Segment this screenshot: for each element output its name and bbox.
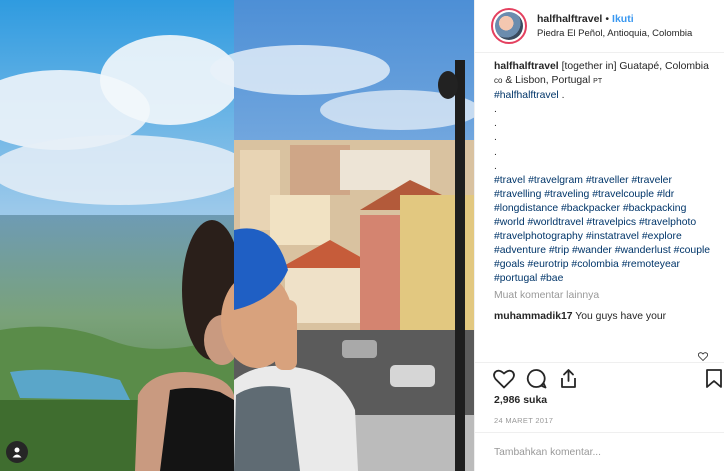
avatar[interactable] — [491, 8, 527, 44]
username-link[interactable]: halfhalftravel — [537, 13, 602, 25]
comments-section[interactable]: halfhalftravel [together in] Guatapé, Co… — [475, 60, 724, 360]
action-bar — [475, 362, 724, 394]
heart-icon[interactable] — [493, 369, 515, 389]
load-more-comments[interactable]: Muat komentar lainnya — [494, 289, 713, 303]
person-icon — [12, 447, 22, 458]
post-photo[interactable] — [0, 0, 474, 471]
flag-portugal: PT — [593, 78, 603, 86]
hashtag-link[interactable]: #worldtravel — [528, 217, 584, 228]
comment-text: You guys have your — [575, 310, 667, 322]
hashtag-link[interactable]: #goals — [494, 259, 525, 270]
hashtag-link[interactable]: #travelcouple — [592, 189, 654, 200]
caption: halfhalftravel [together in] Guatapé, Co… — [494, 60, 713, 287]
hashtag-link[interactable]: #travelphotography — [494, 231, 583, 242]
dot-line: . — [494, 118, 497, 130]
hashtag-link[interactable]: #explore — [642, 231, 682, 242]
hashtag-link[interactable]: #travelgram — [528, 175, 583, 186]
hashtag-link[interactable]: #traveller — [586, 175, 629, 186]
caption-period: . — [561, 90, 565, 102]
dot-line: . — [494, 160, 497, 172]
hashtag-list: #travel #travelgram #traveller #traveler… — [494, 174, 713, 287]
add-comment-input[interactable]: Tambahkan komentar... — [475, 432, 724, 471]
dot-line: . — [494, 132, 497, 144]
flag-colombia: co — [494, 76, 503, 86]
hashtag-link[interactable]: #travelpics — [586, 217, 636, 228]
hashtag-link[interactable]: #bae — [540, 273, 563, 284]
caption-text: [together in] Guatapé, Colombia — [561, 61, 709, 72]
hashtag-link[interactable]: #wander — [572, 245, 612, 256]
hashtag-link[interactable]: #world — [494, 217, 525, 228]
tag-people-button[interactable] — [6, 441, 28, 463]
hashtag-link[interactable]: #travel — [494, 175, 525, 186]
comment-like-icon[interactable] — [698, 352, 708, 361]
caption-username[interactable]: halfhalftravel — [494, 61, 559, 72]
separator-dot: • — [605, 13, 610, 25]
hashtag-link[interactable]: #remoteyear — [622, 259, 680, 270]
post-header: halfhalftravel • Ikuti Piedra El Peñol, … — [475, 0, 724, 53]
hashtag-link[interactable]: #wanderlust — [615, 245, 671, 256]
dot-line: . — [494, 146, 497, 158]
hashtag-link[interactable]: #adventure — [494, 245, 546, 256]
hashtag-link[interactable]: #traveler — [631, 175, 671, 186]
hashtag-link[interactable]: #traveling — [544, 189, 589, 200]
comment-icon[interactable] — [526, 368, 547, 389]
caption-text-mid: & Lisbon, Portugal — [505, 75, 591, 87]
hashtag-link[interactable]: #backpacker — [561, 203, 620, 214]
hashtag-link[interactable]: #eurotrip — [528, 259, 569, 270]
hashtag-link[interactable]: #ldr — [657, 189, 674, 200]
hashtag-link[interactable]: #backpacking — [623, 203, 687, 214]
post-panel: halfhalftravel • Ikuti Piedra El Peñol, … — [474, 0, 724, 471]
hashtag-link[interactable]: #colombia — [571, 259, 618, 270]
comment-item: muhammadik17 You guys have your — [494, 310, 713, 324]
like-count-text: 2,986 suka — [494, 394, 548, 406]
hashtag-link[interactable]: #instatravel — [586, 231, 639, 242]
comment-username[interactable]: muhammadik17 — [494, 311, 573, 322]
bookmark-icon[interactable] — [705, 368, 723, 389]
hashtag-link[interactable]: #couple — [674, 245, 710, 256]
share-icon[interactable] — [558, 368, 579, 389]
like-count[interactable]: 2,986 suka — [494, 394, 547, 406]
dot-line: . — [494, 104, 497, 116]
hashtag-link[interactable]: #travelphoto — [639, 217, 696, 228]
hashtag-link[interactable]: #trip — [549, 245, 569, 256]
location-link[interactable]: Piedra El Peñol, Antioquia, Colombia — [537, 28, 692, 39]
hashtag-halfhalftravel[interactable]: #halfhalftravel — [494, 90, 559, 101]
post-date: 24 MARET 2017 — [494, 416, 554, 425]
hashtag-link[interactable]: #portugal — [494, 273, 537, 284]
follow-button[interactable]: Ikuti — [612, 13, 634, 25]
hashtag-link[interactable]: #longdistance — [494, 203, 558, 214]
hashtag-link[interactable]: #travelling — [494, 189, 541, 200]
